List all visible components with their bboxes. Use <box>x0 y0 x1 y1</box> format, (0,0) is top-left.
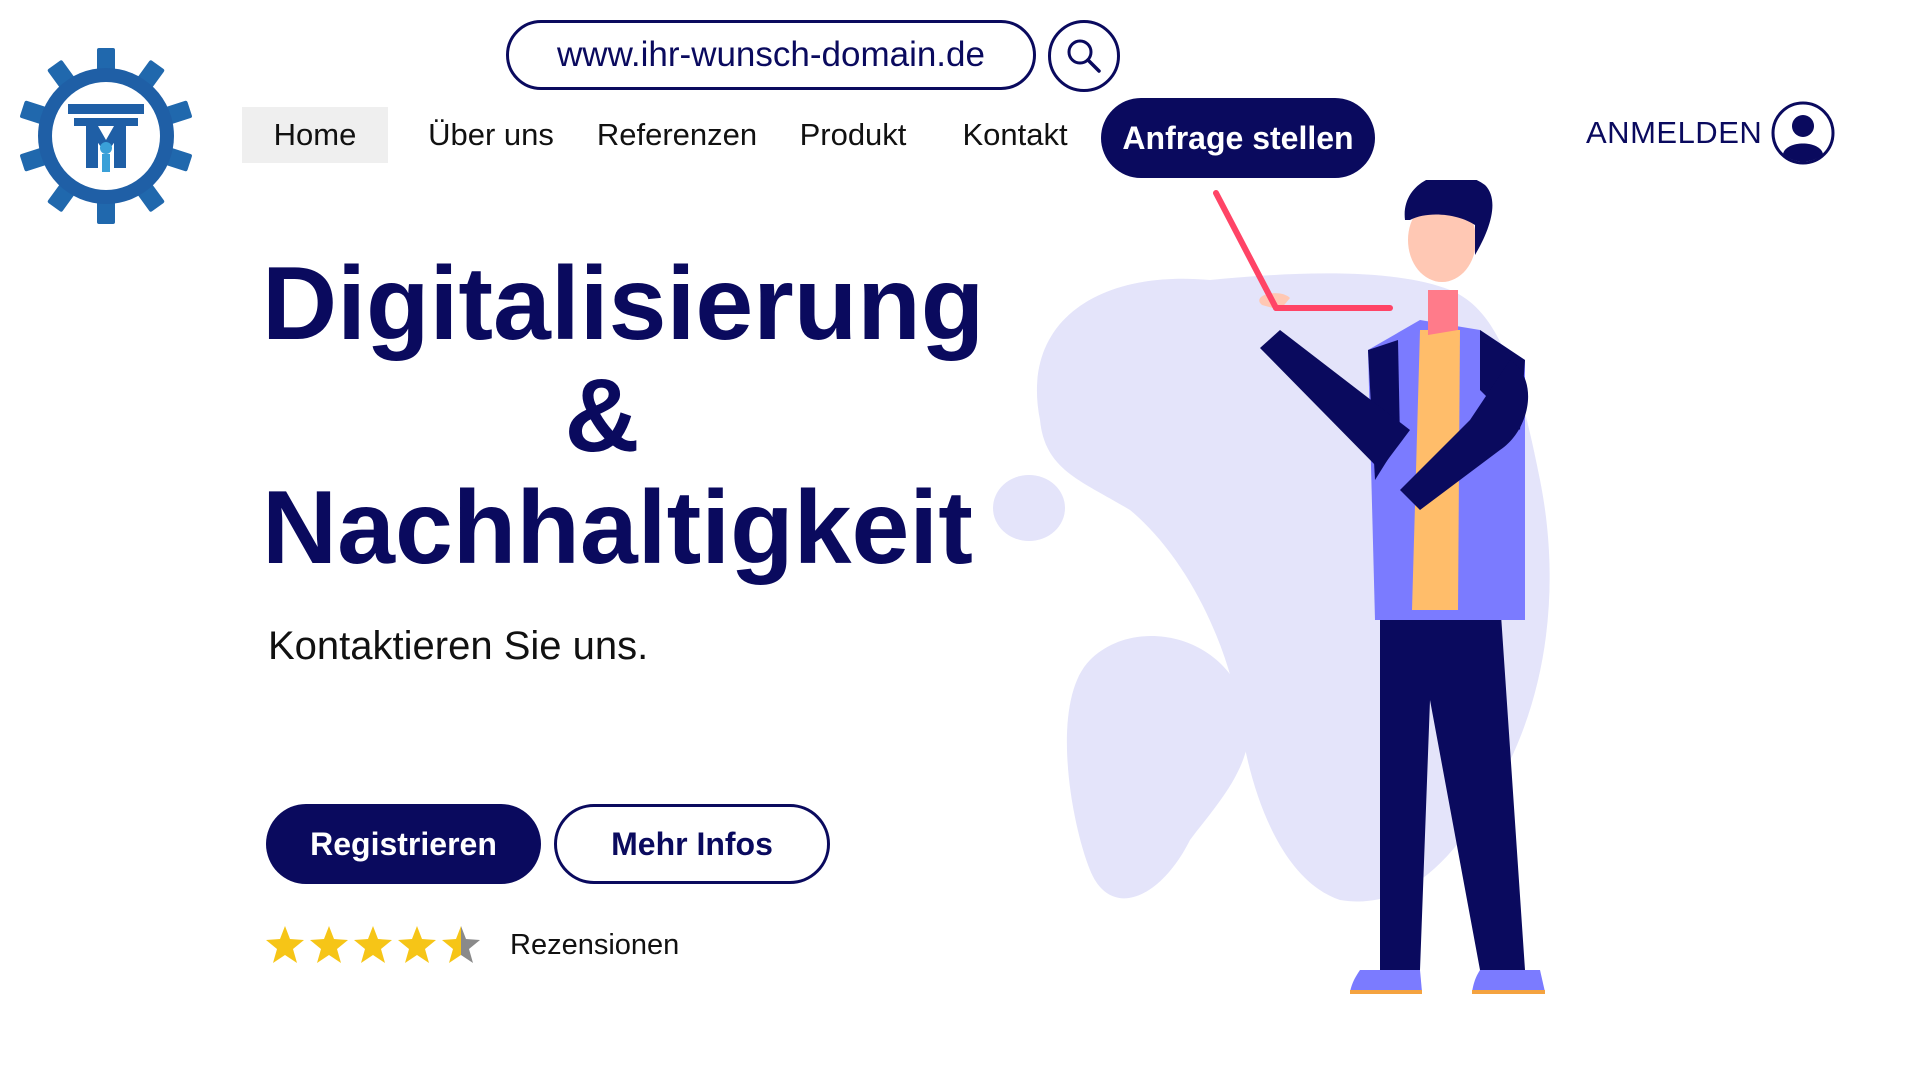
star-icon <box>310 926 348 963</box>
request-button[interactable]: Anfrage stellen <box>1101 98 1375 178</box>
star-icon <box>354 926 392 963</box>
url-bar[interactable]: www.ihr-wunsch-domain.de <box>506 20 1036 90</box>
nav-item-kontakt[interactable]: Kontakt <box>956 107 1074 163</box>
register-button[interactable]: Registrieren <box>266 804 541 884</box>
login-link[interactable]: ANMELDEN <box>1586 100 1836 166</box>
nav-item-ueber-uns[interactable]: Über uns <box>408 107 574 163</box>
hero-title-line-1: Digitalisierung <box>262 246 985 362</box>
star-icon <box>266 926 304 963</box>
hero-title-line-2: & <box>564 358 640 474</box>
hero-subtitle: Kontaktieren Sie uns. <box>268 624 649 668</box>
gear-logo-icon[interactable] <box>16 46 196 226</box>
nav-item-referenzen[interactable]: Referenzen <box>594 107 760 163</box>
user-circle-icon <box>1771 101 1835 165</box>
person-with-laptop-illustration <box>993 180 1550 994</box>
nav-item-produkt[interactable]: Produkt <box>790 107 916 163</box>
url-text: www.ihr-wunsch-domain.de <box>557 35 985 74</box>
background-blob-small <box>993 475 1065 541</box>
nav-item-home[interactable]: Home <box>242 107 388 163</box>
reviews-link[interactable]: Rezensionen <box>510 929 679 962</box>
login-label: ANMELDEN <box>1586 115 1763 150</box>
background-blob-medium <box>1066 636 1250 899</box>
hero-title-line-3: Nachhaltigkeit <box>262 470 973 586</box>
star-icon <box>398 926 436 963</box>
search-icon <box>1067 39 1101 73</box>
more-info-button[interactable]: Mehr Infos <box>554 804 830 884</box>
star-icon <box>442 926 480 963</box>
main-nav: Home Über uns Referenzen Produkt Kontakt <box>242 107 1074 163</box>
hero-title: Digitalisierung & Nachhaltigkeit <box>262 246 985 586</box>
rating: Rezensionen <box>264 924 679 966</box>
star-rating <box>264 924 482 966</box>
search-button[interactable] <box>1048 20 1120 92</box>
